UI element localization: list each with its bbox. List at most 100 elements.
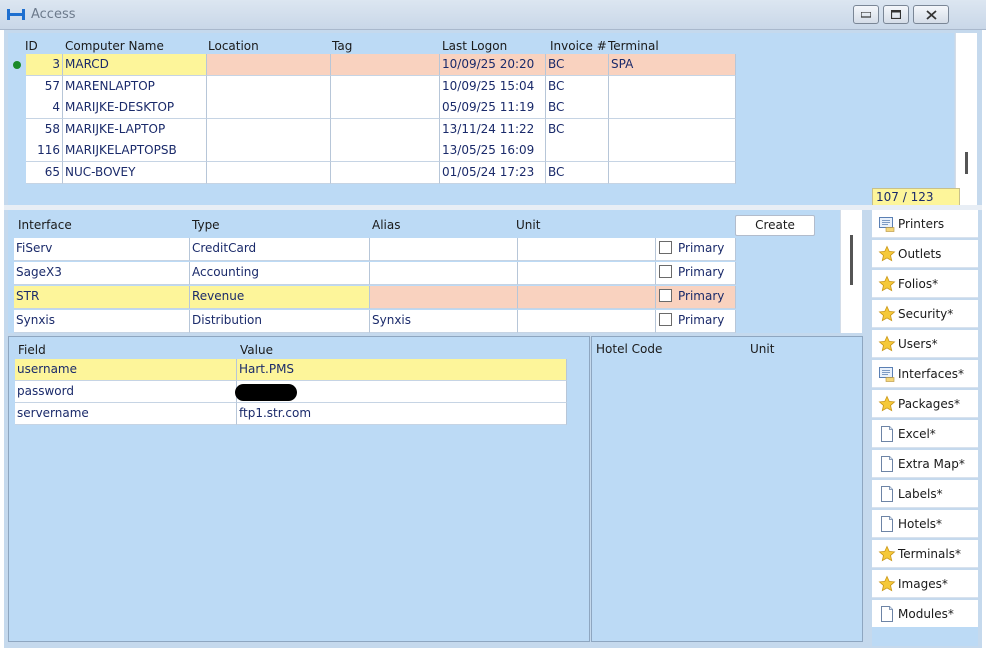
col-header-alias[interactable]: Alias (372, 218, 400, 232)
col-header-id[interactable]: ID (25, 39, 38, 53)
computer-cell-name[interactable]: MARIJKE-DESKTOP (63, 97, 207, 119)
primary-checkbox[interactable] (659, 241, 672, 254)
interface-cell-type[interactable]: Accounting (190, 262, 370, 285)
interface-cell-unit[interactable] (518, 310, 656, 333)
computer-cell-terminal[interactable] (609, 75, 736, 98)
nav-item-terminals[interactable]: Terminals* (872, 540, 978, 568)
interface-cell-alias[interactable]: Synxis (370, 310, 518, 333)
computer-cell-invoice[interactable]: BC (546, 118, 609, 141)
scroll-thumb[interactable] (965, 152, 968, 174)
nav-item-extra-map[interactable]: Extra Map* (872, 450, 978, 478)
primary-checkbox[interactable] (659, 289, 672, 302)
nav-item-security[interactable]: Security* (872, 300, 978, 328)
computer-cell-tag[interactable] (331, 54, 440, 76)
nav-item-modules[interactable]: Modules* (872, 600, 978, 628)
col-header-tag[interactable]: Tag (332, 39, 352, 53)
computer-cell-invoice[interactable] (546, 140, 609, 162)
computer-cell-terminal[interactable] (609, 97, 736, 119)
computer-cell-invoice[interactable]: BC (546, 97, 609, 119)
primary-checkbox[interactable] (659, 265, 672, 278)
computer-cell-invoice[interactable]: BC (546, 54, 609, 76)
field-cell-field[interactable]: username (15, 359, 237, 381)
nav-item-folios[interactable]: Folios* (872, 270, 978, 298)
computer-cell-tag[interactable] (331, 161, 440, 184)
interface-cell-interface[interactable]: SageX3 (14, 262, 190, 285)
nav-item-packages[interactable]: Packages* (872, 390, 978, 418)
computer-cell-name[interactable]: MARENLAPTOP (63, 75, 207, 98)
computer-cell-location[interactable] (207, 97, 331, 119)
computer-cell-id[interactable]: 4 (26, 97, 63, 119)
scroll-thumb[interactable] (850, 235, 853, 285)
computer-cell-last-logon[interactable]: 13/11/24 11:22 (440, 118, 546, 141)
nav-item-interfaces[interactable]: Interfaces* (872, 360, 978, 388)
computer-cell-tag[interactable] (331, 140, 440, 162)
computer-cell-terminal[interactable] (609, 161, 736, 184)
computer-cell-terminal[interactable] (609, 140, 736, 162)
field-cell-value[interactable]: ftp1.str.com (237, 403, 567, 425)
interface-cell-alias[interactable] (370, 262, 518, 285)
field-cell-field[interactable]: servername (15, 403, 237, 425)
computer-cell-location[interactable] (207, 54, 331, 76)
primary-checkbox-cell[interactable]: Primary (656, 310, 736, 333)
close-button[interactable] (913, 5, 949, 24)
computer-cell-last-logon[interactable]: 01/05/24 17:23 (440, 161, 546, 184)
computer-cell-last-logon[interactable]: 05/09/25 11:19 (440, 97, 546, 119)
computer-cell-id[interactable]: 65 (26, 161, 63, 184)
interface-cell-type[interactable]: CreditCard (190, 238, 370, 261)
col-header-interface[interactable]: Interface (18, 218, 72, 232)
col-header-hotel-unit[interactable]: Unit (750, 342, 774, 356)
computer-cell-invoice[interactable]: BC (546, 75, 609, 98)
col-header-field[interactable]: Field (18, 343, 46, 357)
nav-item-printers[interactable]: Printers (872, 210, 978, 238)
col-header-hotel-code[interactable]: Hotel Code (596, 342, 662, 356)
interface-cell-unit[interactable] (518, 262, 656, 285)
computer-cell-id[interactable]: 58 (26, 118, 63, 141)
field-cell-value[interactable]: Hart.PMS (237, 359, 567, 381)
col-header-unit[interactable]: Unit (516, 218, 540, 232)
computer-cell-location[interactable] (207, 75, 331, 98)
computer-cell-last-logon[interactable]: 13/05/25 16:09 (440, 140, 546, 162)
computer-cell-name[interactable]: MARIJKELAPTOPSB (63, 140, 207, 162)
nav-item-images[interactable]: Images* (872, 570, 978, 598)
computer-cell-name[interactable]: MARIJKE-LAPTOP (63, 118, 207, 141)
nav-item-labels[interactable]: Labels* (872, 480, 978, 508)
create-button[interactable]: Create (735, 215, 815, 236)
computer-cell-tag[interactable] (331, 75, 440, 98)
nav-item-users[interactable]: Users* (872, 330, 978, 358)
col-header-value[interactable]: Value (240, 343, 273, 357)
primary-checkbox[interactable] (659, 313, 672, 326)
computer-cell-id[interactable]: 116 (26, 140, 63, 162)
computer-cell-id[interactable]: 57 (26, 75, 63, 98)
col-header-type[interactable]: Type (192, 218, 220, 232)
col-header-invoice[interactable]: Invoice # (550, 39, 607, 53)
col-header-location[interactable]: Location (208, 39, 259, 53)
nav-item-excel[interactable]: Excel* (872, 420, 978, 448)
interface-cell-alias[interactable] (370, 286, 518, 309)
computer-cell-name[interactable]: NUC-BOVEY (63, 161, 207, 184)
nav-item-hotels[interactable]: Hotels* (872, 510, 978, 538)
computers-scrollbar[interactable] (955, 33, 977, 205)
computer-cell-tag[interactable] (331, 118, 440, 141)
interface-cell-alias[interactable] (370, 238, 518, 261)
primary-checkbox-cell[interactable]: Primary (656, 286, 736, 309)
interface-cell-type[interactable]: Distribution (190, 310, 370, 333)
computer-cell-location[interactable] (207, 140, 331, 162)
col-header-last-logon[interactable]: Last Logon (442, 39, 507, 53)
interface-cell-interface[interactable]: FiServ (14, 238, 190, 261)
interface-cell-interface[interactable]: Synxis (14, 310, 190, 333)
maximize-button[interactable] (883, 5, 909, 24)
col-header-terminal[interactable]: Terminal (608, 39, 659, 53)
primary-checkbox-cell[interactable]: Primary (656, 238, 736, 261)
interface-cell-unit[interactable] (518, 238, 656, 261)
col-header-computer-name[interactable]: Computer Name (65, 39, 164, 53)
primary-checkbox-cell[interactable]: Primary (656, 262, 736, 285)
interface-cell-type[interactable]: Revenue (190, 286, 370, 309)
computer-cell-tag[interactable] (331, 97, 440, 119)
computer-cell-location[interactable] (207, 161, 331, 184)
field-cell-field[interactable]: password (15, 381, 237, 403)
computer-cell-name[interactable]: MARCD (63, 54, 207, 76)
computer-cell-location[interactable] (207, 118, 331, 141)
computer-cell-id[interactable]: 3 (26, 54, 63, 76)
interface-cell-unit[interactable] (518, 286, 656, 309)
nav-item-outlets[interactable]: Outlets (872, 240, 978, 268)
